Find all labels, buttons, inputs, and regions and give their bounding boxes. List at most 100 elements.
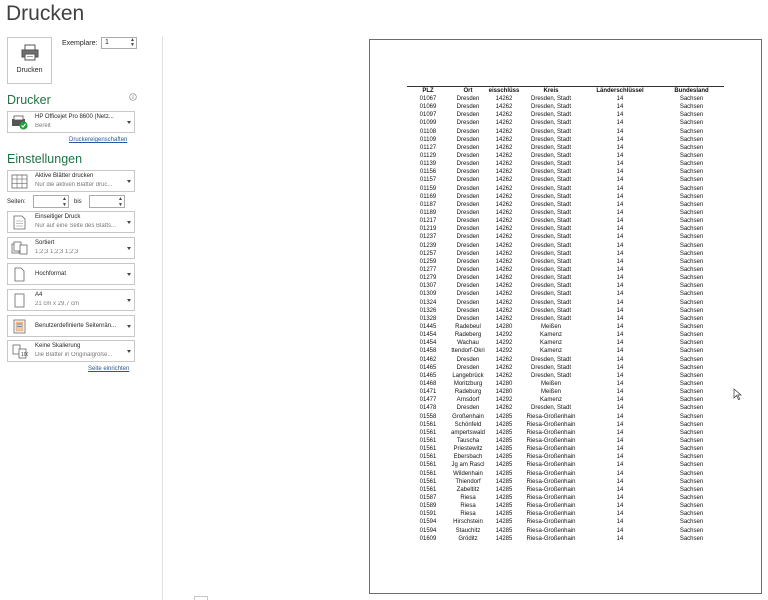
chevron-down-icon xyxy=(127,121,131,124)
paper-size-dropdown[interactable]: A4 21 cm x 29,7 cm xyxy=(7,289,135,311)
table-cell: 14 xyxy=(616,340,624,347)
table-cell: 14262 xyxy=(495,104,513,111)
table-row: 01169 Dresden 14262 Dresden, Stadt 14 Sachsen xyxy=(407,193,724,201)
table-cell: 01477 xyxy=(419,397,437,404)
collation-desc: 1;2;3 1;2;3 1;2;3 xyxy=(35,249,79,255)
sides-dropdown[interactable]: Einseitiger Druck Nur auf eine Seite des… xyxy=(7,211,135,233)
printer-dropdown[interactable]: HP Officejet Pro 8600 (Netz... Bereit xyxy=(7,111,135,133)
table-cell: Dresden xyxy=(456,242,480,249)
table-cell: Sachsen xyxy=(679,348,704,355)
table-cell: 14 xyxy=(616,267,624,274)
svg-text:100: 100 xyxy=(21,352,28,358)
copies-spinner-icon[interactable]: ▲ ▼ xyxy=(130,38,135,48)
table-cell: 14262 xyxy=(495,185,513,192)
pages-from-input[interactable]: ▲ ▼ xyxy=(33,195,69,208)
table-cell: Dresden, Stadt xyxy=(530,364,572,371)
table-cell: 01561 xyxy=(419,478,437,485)
table-cell: Dresden, Stadt xyxy=(530,96,572,103)
table-cell: Sachsen xyxy=(679,177,704,184)
table-cell: Sachsen xyxy=(679,104,704,111)
preview-table: PLZ Ort eisschlüss Kreis Länderschlüssel Bund… xyxy=(407,86,724,543)
table-cell: 14262 xyxy=(495,96,513,103)
print-what-dropdown[interactable]: Aktive Blätter drucken Nur die aktiven B… xyxy=(7,170,135,192)
table-cell: 01561 xyxy=(419,429,437,436)
table-cell: Tauscha xyxy=(456,437,480,444)
table-cell: 14262 xyxy=(495,315,513,322)
table-cell: Dresden xyxy=(456,275,480,282)
table-cell: Kamenz xyxy=(539,340,562,347)
table-cell: Dresden, Stadt xyxy=(530,356,572,363)
table-cell: Riesa-Großenhain xyxy=(526,503,576,510)
table-cell: 14 xyxy=(616,161,624,168)
table-cell: 14 xyxy=(616,112,624,119)
copies-input[interactable]: 1 ▲ ▼ xyxy=(101,37,137,49)
table-cell: 14 xyxy=(616,454,624,461)
table-cell: 01478 xyxy=(419,405,437,412)
table-cell: Riesa xyxy=(460,494,476,501)
info-icon[interactable] xyxy=(129,93,137,101)
table-cell: Riesa-Großenhain xyxy=(526,486,576,493)
table-cell: 01465 xyxy=(419,372,437,379)
table-cell: 01277 xyxy=(419,267,437,274)
table-cell: 01561 xyxy=(419,462,437,469)
table-cell: 14292 xyxy=(495,397,513,404)
table-cell: Riesa-Großenhain xyxy=(526,494,576,501)
table-cell: Sachsen xyxy=(679,201,704,208)
table-cell: Dresden xyxy=(456,226,480,233)
table-row: 01159 Dresden 14262 Dresden, Stadt 14 Sachsen xyxy=(407,185,724,193)
table-row: 01139 Dresden 14262 Dresden, Stadt 14 Sachsen xyxy=(407,160,724,168)
table-cell: Sachsen xyxy=(679,356,704,363)
page-setup-link[interactable]: Seite einrichten xyxy=(88,366,129,372)
margins-dropdown[interactable]: Benutzerdefinierte Seitenrän... xyxy=(7,315,135,337)
table-cell: Sachsen xyxy=(679,364,704,371)
table-cell: 14262 xyxy=(495,169,513,176)
table-cell: 14 xyxy=(616,283,624,290)
table-cell: 01097 xyxy=(419,112,437,119)
table-cell: 01257 xyxy=(419,250,437,257)
table-cell: 14 xyxy=(616,185,624,192)
preview-column-header: Länderschlüssel xyxy=(596,88,644,94)
table-cell: 14285 xyxy=(495,454,513,461)
table-cell: Dresden, Stadt xyxy=(530,242,572,249)
table-row: 01099 Dresden 14262 Dresden, Stadt 14 Sachsen xyxy=(407,119,724,127)
printer-properties-link[interactable]: Druckereigenschaften xyxy=(69,137,127,143)
printer-status: Bereit xyxy=(35,123,51,129)
table-cell: Dresden, Stadt xyxy=(530,291,572,298)
table-cell: 01589 xyxy=(419,503,437,510)
settings-section-title: Einstellungen xyxy=(7,152,83,166)
table-cell: 14 xyxy=(616,193,624,200)
pages-from-spinner-icon[interactable]: ▲ ▼ xyxy=(62,196,67,208)
page-navigation-control[interactable] xyxy=(194,596,208,600)
table-cell: Sachsen xyxy=(679,324,704,330)
table-cell: 01462 xyxy=(419,356,437,363)
print-button[interactable]: Drucken xyxy=(7,37,52,84)
table-cell: Sachsen xyxy=(679,128,704,135)
orientation-dropdown[interactable]: Hochformat xyxy=(7,263,135,285)
table-cell: ampertswald xyxy=(450,429,485,436)
table-cell: Sachsen xyxy=(679,210,704,217)
pages-to-spinner-icon[interactable]: ▲ ▼ xyxy=(118,196,123,208)
table-cell: 14280 xyxy=(495,324,513,330)
table-cell: Sachsen xyxy=(679,193,704,200)
table-cell: 14 xyxy=(616,421,624,428)
table-cell: Sachsen xyxy=(679,96,704,103)
copies-label: Exemplare: xyxy=(62,40,98,47)
table-cell: 14 xyxy=(616,315,624,322)
table-cell: Riesa-Großenhain xyxy=(526,535,576,542)
table-cell: 01561 xyxy=(419,421,437,428)
table-cell: Sachsen xyxy=(679,275,704,282)
table-row: 01109 Dresden 14262 Dresden, Stadt 14 Sachsen xyxy=(407,136,724,144)
table-cell: Dresden xyxy=(456,96,480,103)
table-cell: Riesa-Großenhain xyxy=(526,454,576,461)
table-cell: 14262 xyxy=(495,177,513,184)
table-row: 01326 Dresden 14262 Dresden, Stadt 14 Sachsen xyxy=(407,307,724,315)
table-cell: Sachsen xyxy=(679,185,704,192)
scaling-dropdown[interactable]: 100 Keine Skalierung Die Blätter in Orig… xyxy=(7,340,135,362)
table-cell: Sachsen xyxy=(679,503,704,510)
table-cell: 14285 xyxy=(495,446,513,453)
collation-dropdown[interactable]: Sortiert 1;2;3 1;2;3 1;2;3 xyxy=(7,237,135,259)
pages-label: Seiten: xyxy=(7,199,26,205)
pages-to-input[interactable]: ▲ ▼ xyxy=(89,195,125,208)
table-cell: Sachsen xyxy=(679,462,704,469)
table-cell: 01594 xyxy=(419,519,437,526)
